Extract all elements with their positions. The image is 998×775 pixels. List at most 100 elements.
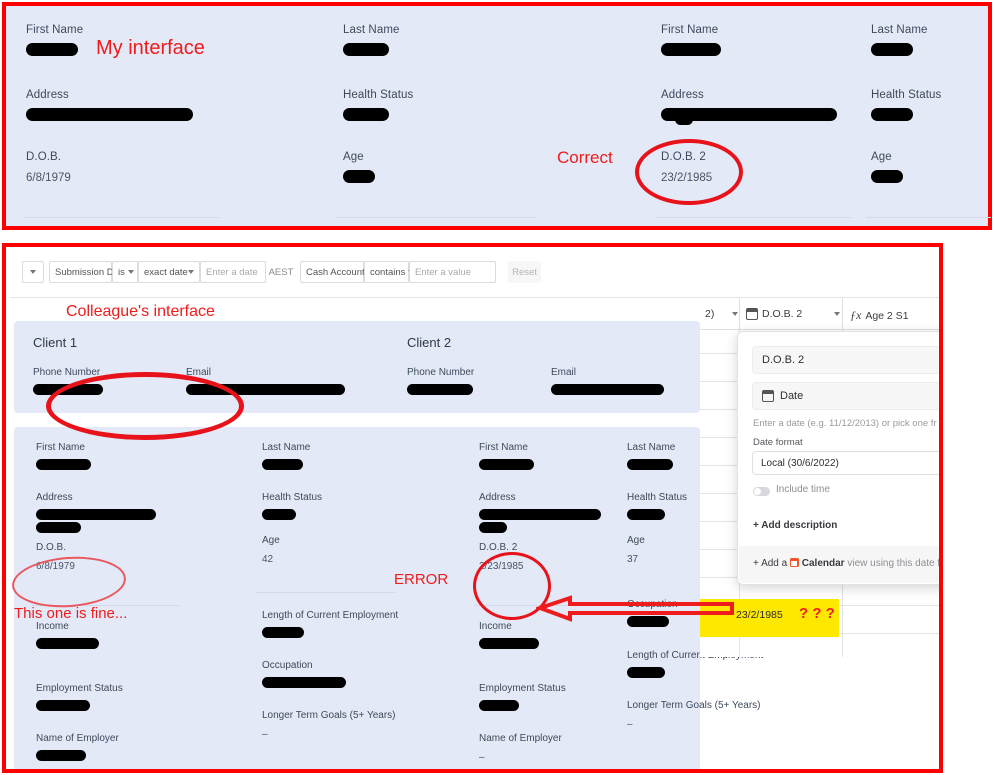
reset-button[interactable]: Reset bbox=[508, 261, 541, 283]
redacted-value bbox=[343, 43, 389, 56]
field-label: First Name bbox=[36, 442, 85, 453]
redacted-value bbox=[262, 677, 346, 688]
divider bbox=[256, 592, 396, 593]
field-label: First Name bbox=[661, 24, 719, 36]
redacted-value bbox=[343, 170, 375, 183]
field-name-input[interactable]: D.O.B. 2 bbox=[752, 346, 939, 374]
calendar-icon bbox=[746, 308, 758, 320]
redacted-value bbox=[36, 459, 91, 470]
redacted-value bbox=[479, 509, 601, 520]
field-address-c2: Address bbox=[479, 492, 601, 533]
redacted-value bbox=[627, 667, 665, 678]
grid-header-bar: 2) D.O.B. 2 ƒx Age 2 S1 bbox=[700, 301, 939, 330]
field-value: – bbox=[479, 752, 485, 763]
field-label: Employment Status bbox=[36, 683, 123, 694]
field-type-select[interactable]: Date bbox=[752, 382, 939, 410]
redacted-value bbox=[407, 384, 473, 395]
filter-date-mode[interactable]: exact date bbox=[138, 261, 200, 283]
grid-col-dob2[interactable]: D.O.B. 2 bbox=[746, 308, 841, 320]
field-value: – bbox=[262, 729, 268, 740]
field-label: Income bbox=[479, 621, 512, 632]
field-label: Length of Current Employment bbox=[262, 610, 399, 621]
redacted-value bbox=[26, 108, 193, 121]
field-label: First Name bbox=[479, 442, 528, 453]
field-health-status-c2: Health Status bbox=[627, 492, 687, 520]
grid-col-partial[interactable]: 2) bbox=[705, 308, 739, 320]
highlight-ellipse-date-format bbox=[46, 372, 244, 440]
grid-col-age2s1[interactable]: ƒx Age 2 S1 bbox=[850, 308, 909, 323]
field-last-name-a: Last Name bbox=[343, 24, 503, 56]
redacted-value-2 bbox=[36, 522, 81, 533]
redacted-value bbox=[627, 509, 665, 520]
filter-field-1[interactable]: Submission D... bbox=[49, 261, 122, 283]
redacted-value bbox=[36, 509, 156, 520]
field-value: – bbox=[627, 719, 633, 730]
redacted-value-2 bbox=[675, 114, 693, 125]
filter-operator-2[interactable]: contains bbox=[364, 261, 415, 283]
field-label: Phone Number bbox=[407, 367, 475, 378]
redacted-value bbox=[479, 638, 539, 649]
field-employment-status-c2: Employment Status bbox=[479, 683, 566, 711]
filter-operator-1[interactable]: is bbox=[112, 261, 138, 283]
field-label: Longer Term Goals (5+ Years) bbox=[627, 700, 761, 711]
field-length-employment-c1: Length of Current Employment bbox=[262, 610, 398, 638]
field-health-status-c1: Health Status bbox=[262, 492, 322, 520]
field-employment-status-c1: Employment Status bbox=[36, 683, 123, 711]
annotation-colleagues-interface: Colleague's interface bbox=[66, 303, 215, 320]
calendar-suggestion-bar: + Add a Calendar view using this date f bbox=[739, 546, 939, 583]
annotation-this-one-is-fine: This one is fine... bbox=[14, 605, 128, 622]
field-label: Last Name bbox=[262, 442, 311, 453]
highlight-ellipse-correct bbox=[635, 139, 743, 205]
redacted-value bbox=[262, 509, 296, 520]
field-longer-term-goals-c1: Longer Term Goals (5+ Years) – bbox=[262, 710, 396, 740]
annotation-my-interface: My interface bbox=[96, 37, 205, 59]
field-label: Last Name bbox=[871, 24, 928, 36]
divider bbox=[24, 217, 219, 218]
field-name-of-employer-c1: Name of Employer bbox=[36, 733, 119, 761]
field-address-c1: Address bbox=[36, 492, 156, 533]
include-time-label: Include time bbox=[776, 484, 830, 495]
field-label: Occupation bbox=[262, 660, 313, 671]
field-label: D.O.B. bbox=[36, 542, 67, 553]
filter-timezone: AEST bbox=[266, 261, 296, 283]
chevron-down-icon bbox=[30, 270, 36, 274]
filter-value-input[interactable]: Enter a value bbox=[409, 261, 496, 283]
field-health-status-b: Health Status bbox=[871, 89, 998, 121]
field-value: 6/8/1979 bbox=[26, 172, 71, 184]
field-label: Name of Employer bbox=[36, 733, 119, 744]
chevron-down-icon bbox=[188, 270, 194, 274]
field-email-client2: Email bbox=[551, 367, 664, 395]
field-occupation-c1: Occupation bbox=[262, 660, 346, 688]
date-format-select[interactable]: Local (30/6/2022) bbox=[752, 451, 939, 475]
client2-title: Client 2 bbox=[407, 335, 452, 350]
redacted-value bbox=[262, 459, 303, 470]
field-age-a: Age bbox=[343, 151, 503, 183]
field-age-c2: Age 37 bbox=[627, 535, 645, 565]
add-description-button[interactable]: + Add description bbox=[753, 520, 837, 531]
filter-field-dropdown-icon[interactable] bbox=[22, 261, 44, 283]
include-time-toggle[interactable] bbox=[753, 487, 770, 496]
chevron-down-icon bbox=[127, 270, 134, 274]
field-label: Email bbox=[551, 367, 577, 378]
field-label: Email bbox=[186, 367, 212, 378]
field-age-b: Age bbox=[871, 151, 998, 183]
field-value: 37 bbox=[627, 554, 639, 565]
field-income-c1: Income bbox=[36, 621, 99, 649]
field-first-name-c1: First Name bbox=[36, 442, 91, 470]
field-label: Health Status bbox=[262, 492, 323, 503]
field-label: Income bbox=[36, 621, 69, 632]
field-dob-a: D.O.B. 6/8/1979 bbox=[26, 151, 186, 184]
filter-field-2[interactable]: Cash Account... bbox=[300, 261, 373, 283]
field-last-name-c1: Last Name bbox=[262, 442, 310, 470]
add-calendar-view-button[interactable]: + Add a Calendar view using this date f bbox=[753, 558, 939, 569]
field-longer-term-goals-c2: Longer Term Goals (5+ Years) – bbox=[627, 700, 761, 730]
field-label: Address bbox=[36, 492, 73, 503]
annotation-correct: Correct bbox=[557, 148, 613, 167]
bottom-panel-colleagues-interface: Submission D... is exact date Enter a da… bbox=[2, 243, 943, 773]
field-last-name-b: Last Name bbox=[871, 24, 998, 56]
field-label: Address bbox=[479, 492, 516, 503]
field-label: First Name bbox=[26, 24, 84, 36]
date-entry-hint: Enter a date (e.g. 11/12/2013) or pick o… bbox=[753, 418, 937, 429]
field-label: Name of Employer bbox=[479, 733, 562, 744]
filter-date-input[interactable]: Enter a date bbox=[200, 261, 266, 283]
